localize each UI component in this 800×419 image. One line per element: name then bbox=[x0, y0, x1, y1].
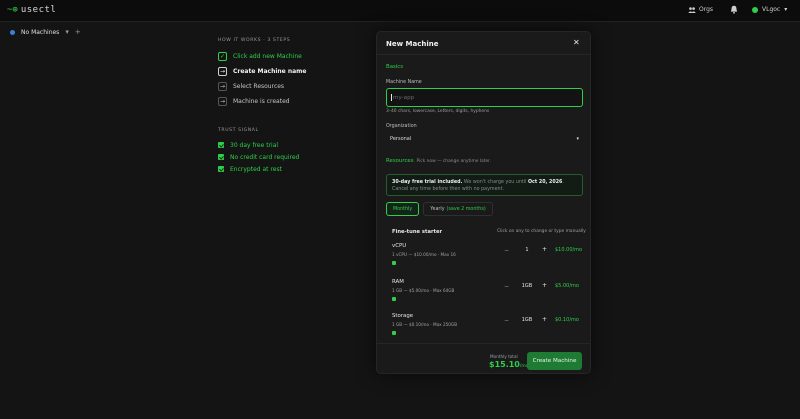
resource-value-input[interactable]: 1GB bbox=[516, 317, 538, 323]
text-caret bbox=[391, 94, 392, 101]
resource-indicator bbox=[392, 297, 396, 301]
resource-price: $10.00/mo bbox=[555, 247, 583, 253]
resource-price: $0.10/mo bbox=[555, 317, 579, 323]
app-logo[interactable]: ~⊕ usectl bbox=[7, 5, 56, 15]
close-icon[interactable]: ✕ bbox=[573, 38, 580, 47]
arrow-right-icon: → bbox=[218, 82, 227, 91]
trust-label: No credit card required bbox=[230, 153, 300, 161]
dialog-title: New Machine bbox=[386, 40, 439, 48]
divider bbox=[377, 343, 590, 344]
fine-tune-heading: Fine-tune starter bbox=[392, 229, 443, 235]
resources-heading: Resources Pick now — change anytime later… bbox=[386, 158, 491, 164]
trust-signals: TRUST SIGNAL 30 day free trial No credit… bbox=[218, 128, 299, 175]
how-it-works-heading: HOW IT WORKS · 3 STEPS bbox=[218, 38, 291, 43]
chevron-down-icon: ▾ bbox=[784, 6, 788, 13]
trust-item: Encrypted at rest bbox=[218, 163, 299, 175]
divider bbox=[377, 54, 590, 55]
resource-indicator bbox=[392, 261, 396, 265]
increment-button[interactable]: + bbox=[542, 316, 547, 323]
trust-label: Encrypted at rest bbox=[230, 165, 282, 173]
monthly-total-label: Monthly total bbox=[490, 354, 518, 359]
orgs-label: Orgs bbox=[699, 6, 714, 13]
app-name: usectl bbox=[20, 5, 57, 15]
check-icon: ✓ bbox=[218, 52, 227, 61]
increment-button[interactable]: + bbox=[542, 246, 547, 253]
trial-bold: 30-day free trial included. bbox=[392, 180, 463, 185]
fine-tune-note: Click on any to change or type manually bbox=[497, 229, 586, 234]
decrement-button[interactable]: − bbox=[504, 317, 509, 324]
top-bar: ~⊕ usectl Orgs VLgoc ▾ bbox=[0, 0, 800, 22]
machine-name-hint: 3–40 chars, lowercase, Letters, digits, … bbox=[386, 109, 490, 114]
resource-desc: 1 vCPU — $10.00/mo · Max 16 bbox=[392, 252, 456, 257]
decrement-button[interactable]: − bbox=[504, 283, 509, 290]
people-icon bbox=[688, 6, 696, 13]
user-name: VLgoc bbox=[762, 6, 781, 13]
step-3: → Select Resources bbox=[218, 79, 378, 94]
resource-indicator bbox=[392, 331, 396, 335]
logo-icon: ~⊕ bbox=[7, 5, 18, 15]
trust-heading: TRUST SIGNAL bbox=[218, 128, 259, 133]
step-2: → Create Machine name bbox=[218, 64, 378, 79]
step-label: Machine is created bbox=[233, 98, 290, 105]
create-machine-button[interactable]: Create Machine bbox=[527, 352, 582, 370]
new-machine-dialog: New Machine ✕ Basics Machine Name my-app… bbox=[376, 31, 591, 374]
trial-banner: 30-day free trial included. We won't cha… bbox=[386, 174, 583, 196]
check-icon bbox=[218, 166, 224, 172]
monthly-total-value: $15.10 bbox=[489, 360, 520, 369]
billing-yearly-save: (save 2 months) bbox=[446, 206, 486, 212]
check-icon bbox=[218, 142, 224, 148]
add-machine-button[interactable]: + bbox=[75, 28, 81, 36]
machine-name-placeholder: my-app bbox=[393, 94, 415, 101]
step-label: Select Resources bbox=[233, 83, 285, 90]
trial-text: We won't charge you until bbox=[462, 180, 528, 185]
resource-desc: 1 GB — $5.00/mo · Max 64GB bbox=[392, 288, 455, 293]
trust-item: 30 day free trial bbox=[218, 139, 299, 151]
resource-row-storage: Storage 1 GB — $0.10/mo · Max 250GB − 1G… bbox=[392, 313, 584, 339]
check-icon bbox=[218, 154, 224, 160]
status-dot bbox=[10, 29, 15, 35]
billing-yearly-label: Yearly bbox=[430, 206, 445, 212]
trust-item: No credit card required bbox=[218, 151, 299, 163]
resource-price: $5.00/mo bbox=[555, 283, 579, 289]
organization-value: Personal bbox=[390, 135, 412, 142]
monthly-total: $15.10/mo bbox=[489, 360, 528, 369]
resource-value-input[interactable]: 1 bbox=[516, 247, 538, 253]
basics-heading: Basics bbox=[386, 64, 404, 70]
how-it-works: HOW IT WORKS · 3 STEPS ✓ Click add new M… bbox=[218, 38, 378, 109]
trust-label: 30 day free trial bbox=[230, 141, 279, 149]
resource-name: Storage bbox=[392, 313, 414, 319]
arrow-right-icon: → bbox=[218, 97, 227, 106]
resource-value-input[interactable]: 1GB bbox=[516, 283, 538, 289]
machine-name-label: Machine Name bbox=[386, 80, 422, 85]
avatar bbox=[752, 6, 758, 13]
step-label: Click add new Machine bbox=[233, 53, 302, 60]
increment-button[interactable]: + bbox=[542, 282, 547, 289]
resources-subtitle: Pick now — change anytime later. bbox=[416, 159, 491, 164]
resource-desc: 1 GB — $0.10/mo · Max 250GB bbox=[392, 322, 458, 327]
step-4: → Machine is created bbox=[218, 94, 378, 109]
resource-name: vCPU bbox=[392, 243, 407, 249]
machine-name-input[interactable]: my-app bbox=[386, 88, 583, 107]
resource-row-vcpu: vCPU 1 vCPU — $10.00/mo · Max 16 − 1 + $… bbox=[392, 243, 584, 269]
orgs-button[interactable]: Orgs bbox=[688, 6, 713, 13]
step-1: ✓ Click add new Machine bbox=[218, 49, 378, 64]
tab-current-machine[interactable]: No Machines bbox=[21, 29, 59, 36]
organization-select[interactable]: Personal ▾ bbox=[386, 132, 583, 145]
organization-label: Organization bbox=[386, 124, 417, 129]
trial-date: Oct 20, 2026 bbox=[527, 180, 563, 185]
billing-monthly-button[interactable]: Monthly bbox=[386, 202, 420, 216]
decrement-button[interactable]: − bbox=[504, 247, 509, 254]
machine-tabs: No Machines ▾ + bbox=[10, 28, 81, 36]
billing-toggle: Monthly Yearly (save 2 months) bbox=[386, 202, 493, 216]
resources-title: Resources bbox=[386, 158, 414, 164]
user-menu[interactable]: VLgoc ▾ bbox=[752, 6, 787, 13]
step-label: Create Machine name bbox=[233, 68, 307, 75]
bell-icon[interactable] bbox=[730, 5, 738, 14]
resource-name: RAM bbox=[392, 279, 404, 285]
chevron-down-icon[interactable]: ▾ bbox=[65, 28, 69, 36]
arrow-right-icon: → bbox=[218, 67, 227, 76]
chevron-down-icon: ▾ bbox=[576, 135, 579, 142]
resource-row-ram: RAM 1 GB — $5.00/mo · Max 64GB − 1GB + $… bbox=[392, 279, 584, 305]
billing-yearly-button[interactable]: Yearly (save 2 months) bbox=[423, 202, 493, 216]
